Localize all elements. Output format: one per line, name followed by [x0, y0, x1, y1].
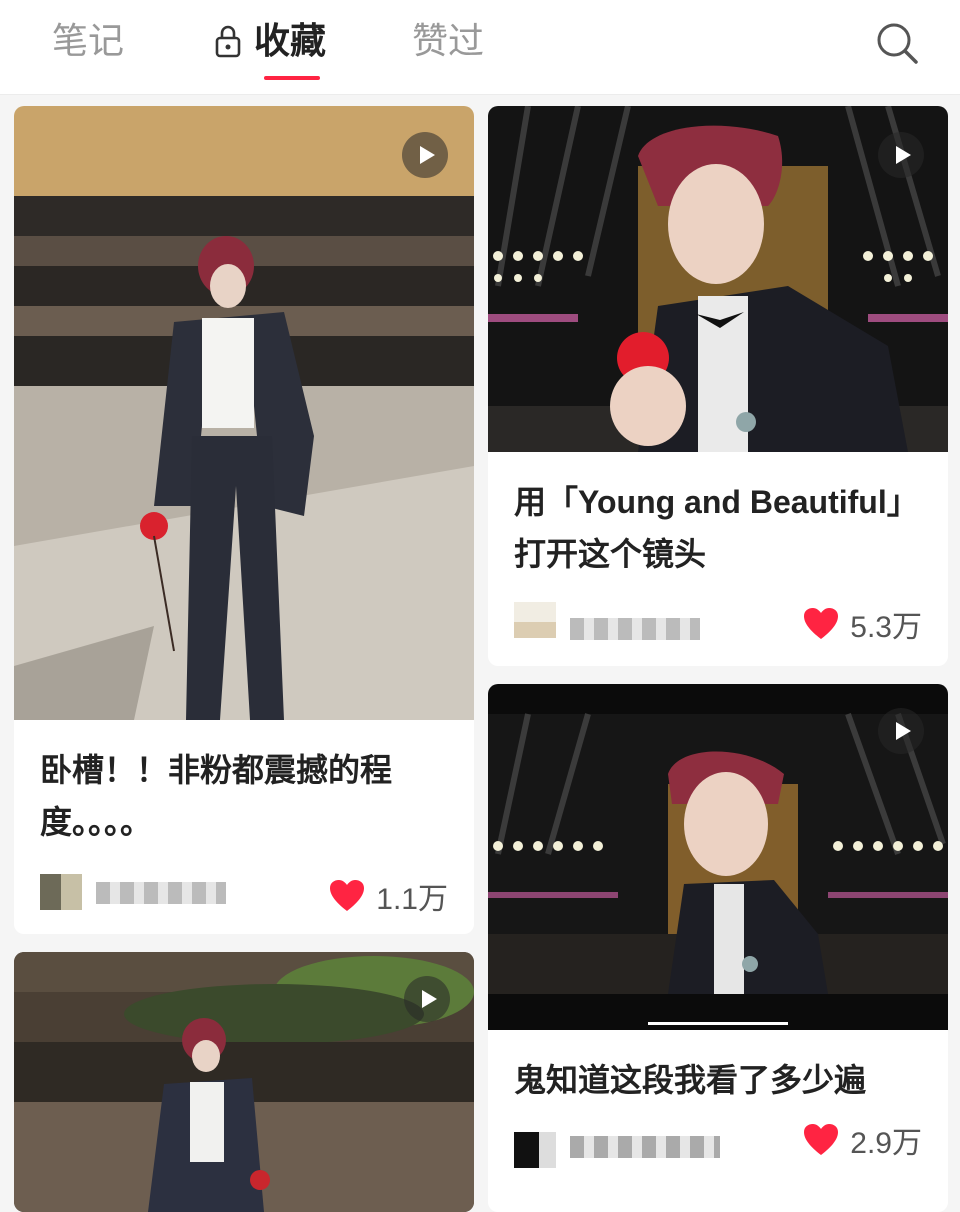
avatar — [40, 874, 82, 910]
note-title: 鬼知道这段我看了多少遍 — [514, 1062, 867, 1098]
author-name — [96, 882, 226, 904]
lock-icon — [215, 25, 241, 58]
heart-icon — [804, 608, 839, 639]
active-tab-indicator — [264, 76, 320, 80]
note-card[interactable]: 鬼知道这段我看了多少遍 2.9万 — [488, 684, 948, 1212]
heart-icon — [804, 1124, 839, 1155]
like-count[interactable]: 1.1万 — [328, 874, 448, 918]
note-meta: 5.3万 — [514, 596, 922, 644]
tab-favorites-label: 收藏 — [254, 20, 327, 61]
video-thumbnail[interactable] — [14, 952, 474, 1212]
play-icon — [878, 132, 924, 178]
play-icon — [402, 132, 448, 178]
note-meta: 2.9万 — [514, 1118, 922, 1168]
like-count-value: 1.1万 — [376, 883, 448, 916]
video-thumbnail[interactable] — [488, 106, 948, 452]
video-thumbnail[interactable] — [14, 106, 474, 720]
play-icon — [404, 976, 450, 1022]
author-name — [570, 618, 700, 640]
avatar — [514, 602, 556, 638]
like-count[interactable]: 2.9万 — [802, 1118, 922, 1162]
note-title: 卧槽！！非粉都震撼的程度。。。。 — [40, 752, 393, 840]
like-count[interactable]: 5.3万 — [802, 602, 922, 646]
thumbnail-image — [14, 106, 474, 720]
tab-favorites[interactable]: 收藏 — [214, 16, 326, 66]
author-name — [570, 1136, 720, 1158]
search-icon[interactable] — [874, 20, 920, 66]
like-count-value: 5.3万 — [850, 611, 922, 644]
like-count-value: 2.9万 — [850, 1127, 922, 1160]
play-icon — [878, 708, 924, 754]
heart-icon — [330, 880, 365, 911]
note-title: 用「Young and Beautiful」打开这个镜头 — [514, 484, 919, 572]
video-thumbnail[interactable] — [488, 684, 948, 1030]
note-card[interactable]: 卧槽！！非粉都震撼的程度。。。。 1.1万 — [14, 106, 474, 934]
top-tab-bar: 笔记 收藏 赞过 — [0, 0, 960, 95]
note-meta: 1.1万 — [40, 868, 448, 916]
tab-liked[interactable]: 赞过 — [412, 16, 484, 66]
tab-notes[interactable]: 笔记 — [52, 16, 124, 66]
avatar — [514, 1132, 556, 1168]
note-card[interactable] — [14, 952, 474, 1212]
note-card[interactable]: 用「Young and Beautiful」打开这个镜头 5.3万 — [488, 106, 948, 666]
